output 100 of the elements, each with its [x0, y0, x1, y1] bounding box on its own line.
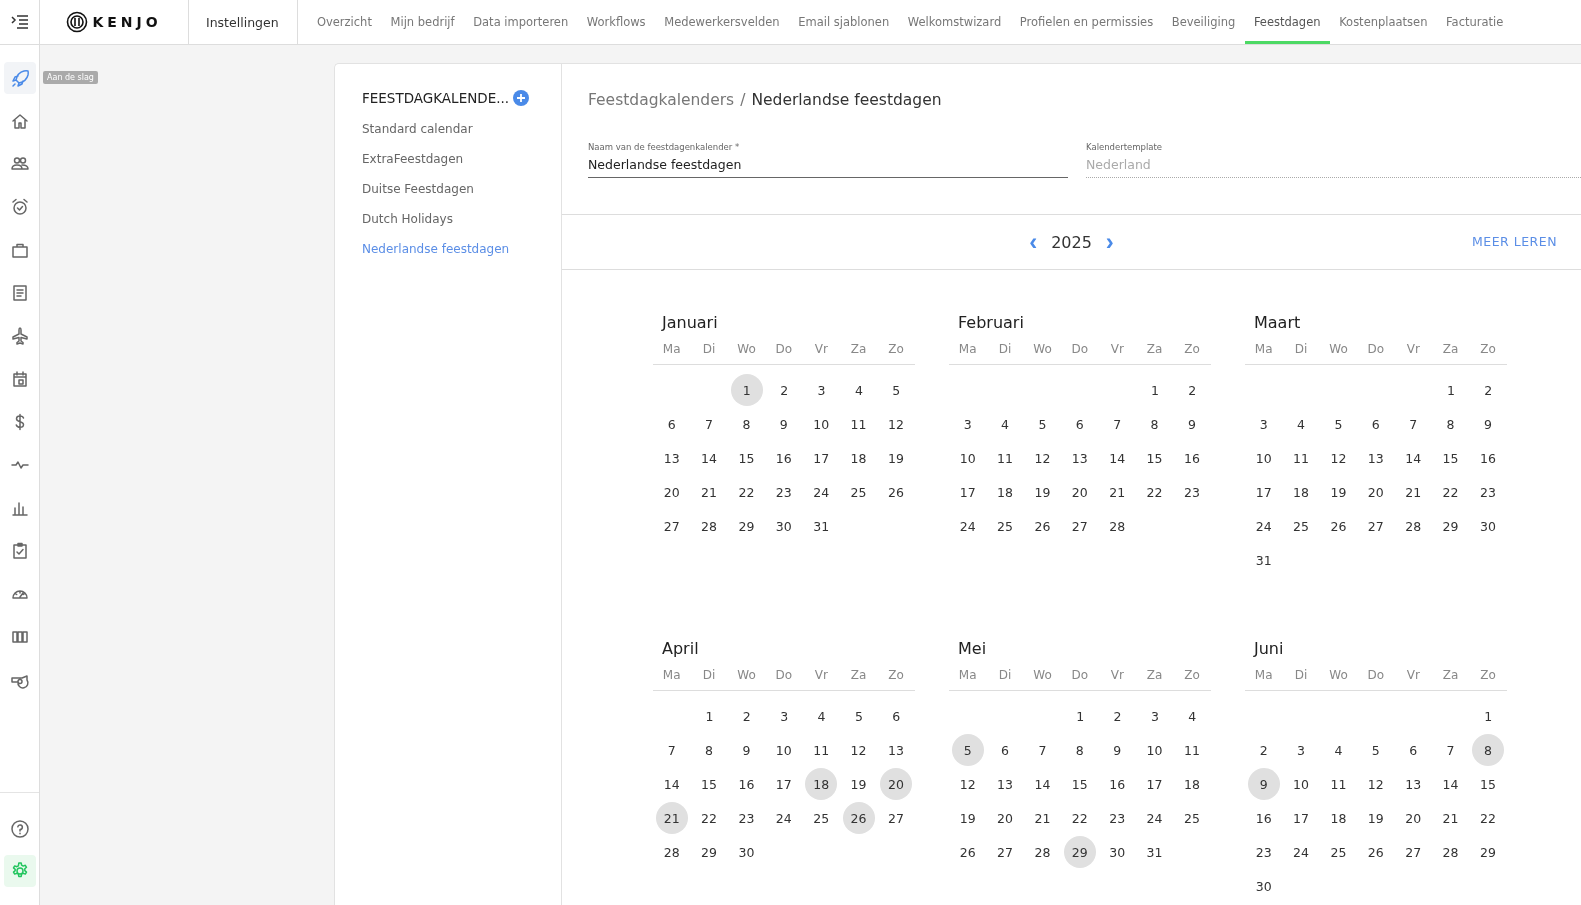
- text-field[interactable]: Naam van de feestdagenkalender * Nederlandse feestdagen: [588, 142, 1068, 178]
- calendar-day[interactable]: 5: [1359, 734, 1392, 766]
- calendar-day[interactable]: 12: [1359, 768, 1392, 800]
- calendar-day[interactable]: 19: [1026, 476, 1059, 508]
- calendar-day[interactable]: 26: [1026, 510, 1059, 542]
- calendar-day[interactable]: 22: [1434, 476, 1467, 508]
- calendar-day[interactable]: 3: [768, 700, 801, 732]
- calendar-day[interactable]: 10: [767, 734, 800, 766]
- calendar-day[interactable]: 4: [805, 700, 838, 732]
- calendar-day[interactable]: 30: [1247, 870, 1280, 902]
- calendar-day[interactable]: 12: [1026, 442, 1059, 474]
- calendar-day[interactable]: 10: [1247, 442, 1280, 474]
- calendar-day[interactable]: 26: [1322, 510, 1355, 542]
- calendar-day[interactable]: 25: [805, 802, 838, 834]
- calendar-day[interactable]: 20: [1063, 476, 1096, 508]
- calendar-day[interactable]: 27: [1397, 836, 1430, 868]
- calendar-day[interactable]: 11: [1175, 734, 1208, 766]
- calendar-day[interactable]: 6: [655, 408, 688, 440]
- calendar-day[interactable]: 14: [1434, 768, 1467, 800]
- calendar-day[interactable]: 22: [1138, 476, 1171, 508]
- calendar-day[interactable]: 2: [1176, 374, 1209, 406]
- calendar-day[interactable]: 16: [730, 768, 763, 800]
- calendar-day[interactable]: 15: [730, 442, 763, 474]
- calendar-day[interactable]: 26: [951, 836, 984, 868]
- calendar-day[interactable]: 19: [951, 802, 984, 834]
- calendar-day[interactable]: 27: [655, 510, 688, 542]
- calendar-day[interactable]: 18: [1175, 768, 1208, 800]
- calendar-day[interactable]: 10: [805, 408, 838, 440]
- calendar-day[interactable]: 14: [693, 442, 726, 474]
- calendar-day[interactable]: 4: [1285, 408, 1318, 440]
- calendar-day[interactable]: 7: [1397, 408, 1430, 440]
- calendar-day[interactable]: 11: [842, 408, 875, 440]
- calendar-day[interactable]: 17: [951, 476, 984, 508]
- calendar-day[interactable]: 28: [1397, 510, 1430, 542]
- calendar-day[interactable]: 24: [767, 802, 800, 834]
- nav-tab[interactable]: Profielen en permissies: [1010, 0, 1163, 44]
- calendar-day[interactable]: 23: [767, 476, 800, 508]
- calendar-day[interactable]: 11: [805, 734, 838, 766]
- calendar-day[interactable]: 16: [1175, 442, 1208, 474]
- calendar-day[interactable]: 30: [1471, 510, 1504, 542]
- calendar-day[interactable]: 19: [842, 768, 875, 800]
- calendar-day[interactable]: 18: [989, 476, 1022, 508]
- calendar-day[interactable]: 14: [1397, 442, 1430, 474]
- calendar-day[interactable]: 21: [693, 476, 726, 508]
- calendar-list-item[interactable]: ExtraFeestdagen: [362, 145, 464, 175]
- calendar-day[interactable]: 8: [1063, 734, 1096, 766]
- calendar-day[interactable]: 13: [1063, 442, 1096, 474]
- calendar-day[interactable]: 2: [1247, 734, 1280, 766]
- calendar-day[interactable]: 23: [1101, 802, 1134, 834]
- nav-tab[interactable]: Welkomstwizard: [898, 0, 1011, 44]
- calendar-day[interactable]: 25: [1285, 510, 1318, 542]
- calendar-day[interactable]: 25: [1322, 836, 1355, 868]
- calendar-day[interactable]: 20: [655, 476, 688, 508]
- calendar-day[interactable]: 23: [730, 802, 763, 834]
- calendar-day[interactable]: 5: [842, 700, 875, 732]
- calendar-day[interactable]: 4: [1322, 734, 1355, 766]
- calendar-day[interactable]: 16: [1471, 442, 1504, 474]
- calendar-day[interactable]: 23: [1247, 836, 1280, 868]
- calendar-day[interactable]: 2: [1472, 374, 1505, 406]
- calendar-day[interactable]: 13: [879, 734, 912, 766]
- calendar-day[interactable]: 1: [693, 700, 726, 732]
- nav-tab[interactable]: Data importeren: [463, 0, 578, 44]
- calendar-day[interactable]: 15: [1434, 442, 1467, 474]
- calendar-day[interactable]: 15: [693, 768, 726, 800]
- calendar-day[interactable]: 15: [1063, 768, 1096, 800]
- calendar-day[interactable]: 16: [767, 442, 800, 474]
- calendar-day[interactable]: 16: [1101, 768, 1134, 800]
- calendar-day[interactable]: 20: [1397, 802, 1430, 834]
- nav-tab[interactable]: Kostenplaatsen: [1329, 0, 1437, 44]
- calendar-day[interactable]: 16: [1247, 802, 1280, 834]
- calendar-day[interactable]: 10: [951, 442, 984, 474]
- calendar-day[interactable]: 7: [1026, 734, 1059, 766]
- calendar-day[interactable]: 19: [879, 442, 912, 474]
- calendar-day[interactable]: 6: [989, 734, 1022, 766]
- calendar-day[interactable]: 18: [805, 768, 838, 800]
- calendar-day[interactable]: 5: [951, 734, 984, 766]
- calendar-day[interactable]: 14: [1026, 768, 1059, 800]
- calendar-day[interactable]: 12: [842, 734, 875, 766]
- calendar-day[interactable]: 27: [1063, 510, 1096, 542]
- calendar-day[interactable]: 27: [989, 836, 1022, 868]
- calendar-day[interactable]: 3: [1285, 734, 1318, 766]
- calendar-day[interactable]: 4: [1176, 700, 1209, 732]
- calendar-day[interactable]: 5: [880, 374, 913, 406]
- calendar-day[interactable]: 31: [805, 510, 838, 542]
- calendar-day[interactable]: 28: [1026, 836, 1059, 868]
- calendar-day[interactable]: 18: [1322, 802, 1355, 834]
- nav-tab[interactable]: Email sjablonen: [788, 0, 899, 44]
- calendar-day[interactable]: 8: [1471, 734, 1504, 766]
- calendar-day[interactable]: 21: [1101, 476, 1134, 508]
- calendar-day[interactable]: 26: [842, 802, 875, 834]
- calendar-day[interactable]: 17: [805, 442, 838, 474]
- calendar-day[interactable]: 1: [730, 374, 763, 406]
- calendar-day[interactable]: 10: [1138, 734, 1171, 766]
- calendar-day[interactable]: 3: [951, 408, 984, 440]
- calendar-day[interactable]: 2: [730, 700, 763, 732]
- calendar-day[interactable]: 13: [655, 442, 688, 474]
- calendar-day[interactable]: 2: [1101, 700, 1134, 732]
- calendar-day[interactable]: 9: [1101, 734, 1134, 766]
- calendar-day[interactable]: 26: [879, 476, 912, 508]
- calendar-day[interactable]: 14: [1101, 442, 1134, 474]
